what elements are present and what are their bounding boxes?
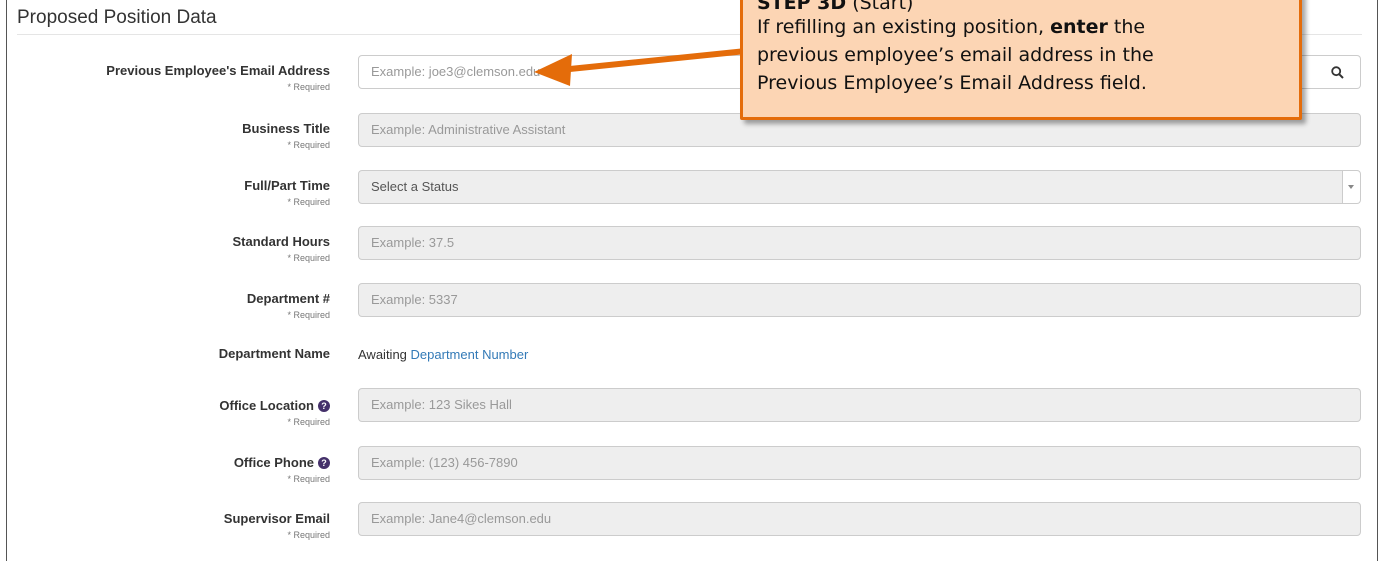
row-supervisor-email: Supervisor Email * Required Example: Jan… (0, 502, 1382, 567)
help-circle-icon[interactable]: ? (318, 457, 330, 469)
department-number-label: Department # (246, 291, 330, 306)
callout-arrow (534, 47, 759, 86)
callout-step-note: (Start) (852, 0, 914, 14)
required-note: * Required (287, 140, 330, 150)
section-title: Proposed Position Data (17, 7, 217, 28)
callout-line-3: Previous Employee’s Email Address field. (757, 72, 1147, 94)
office-location-label-text: Office Location (219, 398, 314, 413)
search-button[interactable] (1315, 55, 1361, 89)
department-number-input[interactable]: Example: 5337 (358, 283, 1361, 317)
callout-line-1: If refilling an existing position, enter… (757, 13, 1285, 41)
required-note: * Required (287, 82, 330, 92)
supervisor-email-input[interactable]: Example: Jane4@clemson.edu (358, 502, 1361, 536)
required-note: * Required (287, 474, 330, 484)
row-department-number: Department # * Required Example: 5337 (0, 283, 1382, 347)
help-circle-icon[interactable]: ? (318, 400, 330, 412)
callout-text: If refilling an existing position, (757, 16, 1045, 38)
office-phone-input[interactable]: Example: (123) 456-7890 (358, 446, 1361, 480)
department-name-value: Awaiting Department Number (358, 346, 528, 363)
office-location-input[interactable]: Example: 123 Sikes Hall (358, 388, 1361, 422)
callout-text: the (1113, 16, 1146, 38)
row-standard-hours: Standard Hours * Required Example: 37.5 (0, 226, 1382, 290)
awaiting-text: Awaiting (358, 347, 407, 362)
required-note: * Required (287, 310, 330, 320)
department-number-link[interactable]: Department Number (411, 347, 529, 362)
select-value: Select a Status (371, 179, 459, 194)
required-note: * Required (287, 197, 330, 207)
required-note: * Required (287, 253, 330, 263)
required-note: * Required (287, 417, 330, 427)
callout-emphasis: enter (1050, 16, 1108, 38)
callout-line-2: previous employee’s email address in the (757, 44, 1154, 66)
row-business-title: Business Title * Required Example: Admin… (0, 113, 1382, 177)
standard-hours-input[interactable]: Example: 37.5 (358, 226, 1361, 260)
prev-email-label: Previous Employee's Email Address (106, 63, 330, 78)
office-location-label: Office Location? (219, 398, 330, 413)
callout-step: STEP 3D (757, 0, 847, 14)
department-name-label: Department Name (218, 346, 330, 361)
business-title-label: Business Title (242, 121, 330, 136)
full-part-time-label: Full/Part Time (244, 178, 330, 193)
instruction-callout: STEP 3D (Start) If refilling an existing… (740, 0, 1302, 120)
required-note: * Required (287, 530, 330, 540)
standard-hours-label: Standard Hours (232, 234, 330, 249)
search-icon (1331, 66, 1344, 79)
supervisor-email-label: Supervisor Email (223, 511, 330, 526)
callout-heading: STEP 3D (Start) (757, 0, 1285, 13)
chevron-down-icon[interactable] (1342, 171, 1360, 203)
office-phone-label-text: Office Phone (233, 455, 314, 470)
full-part-time-select[interactable]: Select a Status (358, 170, 1361, 204)
office-phone-label: Office Phone? (234, 455, 330, 470)
